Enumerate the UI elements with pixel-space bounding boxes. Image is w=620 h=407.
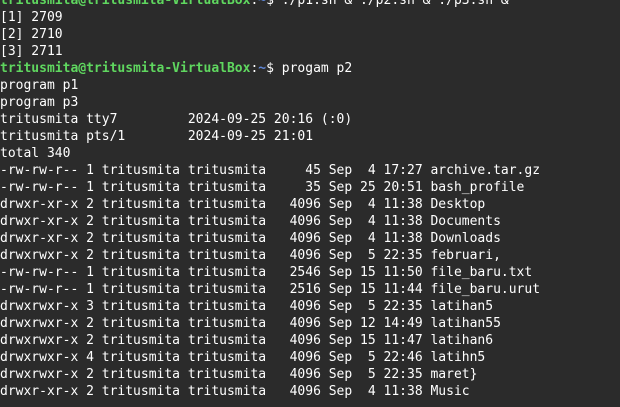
prompt-symbol: $ [266,0,282,8]
prompt-path: ~ [258,0,267,8]
prompt-symbol: $ [266,61,282,76]
prompt-path: ~ [258,61,267,76]
output-line: drwxrwxr-x 4 tritusmita tritusmita 4096 … [0,350,486,365]
output-line: -rw-rw-r-- 1 tritusmita tritusmita 35 Se… [0,180,525,195]
output-line: drwxr-xr-x 2 tritusmita tritusmita 4096 … [0,214,501,229]
prompt-line: tritusmita@tritusmita-VirtualBox:~$ ./p1… [0,0,620,9]
output-line: program p3 [0,95,79,110]
command-text: progam p2 [281,61,353,76]
output-line: drwxrwxr-x 2 tritusmita tritusmita 4096 … [0,248,501,263]
output-line: drwxr-xr-x 2 tritusmita tritusmita 4096 … [0,384,470,399]
output-line: tritusmita tty7 2024-09-25 20:16 (:0) [0,112,353,127]
output-line: [1] 2709 [0,10,63,25]
prompt-user-host: tritusmita@tritusmita-VirtualBox [0,0,251,8]
output-line: tritusmita pts/1 2024-09-25 21:01 [0,129,314,144]
output-line: drwxr-xr-x 2 tritusmita tritusmita 4096 … [0,197,486,212]
terminal-output[interactable]: tritusmita@tritusmita-VirtualBox:~$ ./p1… [0,0,620,407]
output-line: [2] 2710 [0,27,63,42]
output-line: drwxrwxr-x 2 tritusmita tritusmita 4096 … [0,333,494,348]
output-line: drwxrwxr-x 2 tritusmita tritusmita 4096 … [0,316,501,331]
output-line: drwxrwxr-x 2 tritusmita tritusmita 4096 … [0,367,478,382]
output-line: drwxrwxr-x 3 tritusmita tritusmita 4096 … [0,299,494,314]
output-line: [3] 2711 [0,44,63,59]
prompt-line: tritusmita@tritusmita-VirtualBox:~$ prog… [0,60,620,77]
output-line: -rw-rw-r-- 1 tritusmita tritusmita 45 Se… [0,163,541,178]
output-line: program p1 [0,78,79,93]
prompt-user-host: tritusmita@tritusmita-VirtualBox [0,61,251,76]
output-line: total 340 [0,146,71,161]
output-line: -rw-rw-r-- 1 tritusmita tritusmita 2516 … [0,282,541,297]
output-line: drwxr-xr-x 2 tritusmita tritusmita 4096 … [0,231,501,246]
command-text: ./p1.sh & ./p2.sh & ./p3.sh & [281,0,509,8]
output-line: -rw-rw-r-- 1 tritusmita tritusmita 2546 … [0,265,533,280]
